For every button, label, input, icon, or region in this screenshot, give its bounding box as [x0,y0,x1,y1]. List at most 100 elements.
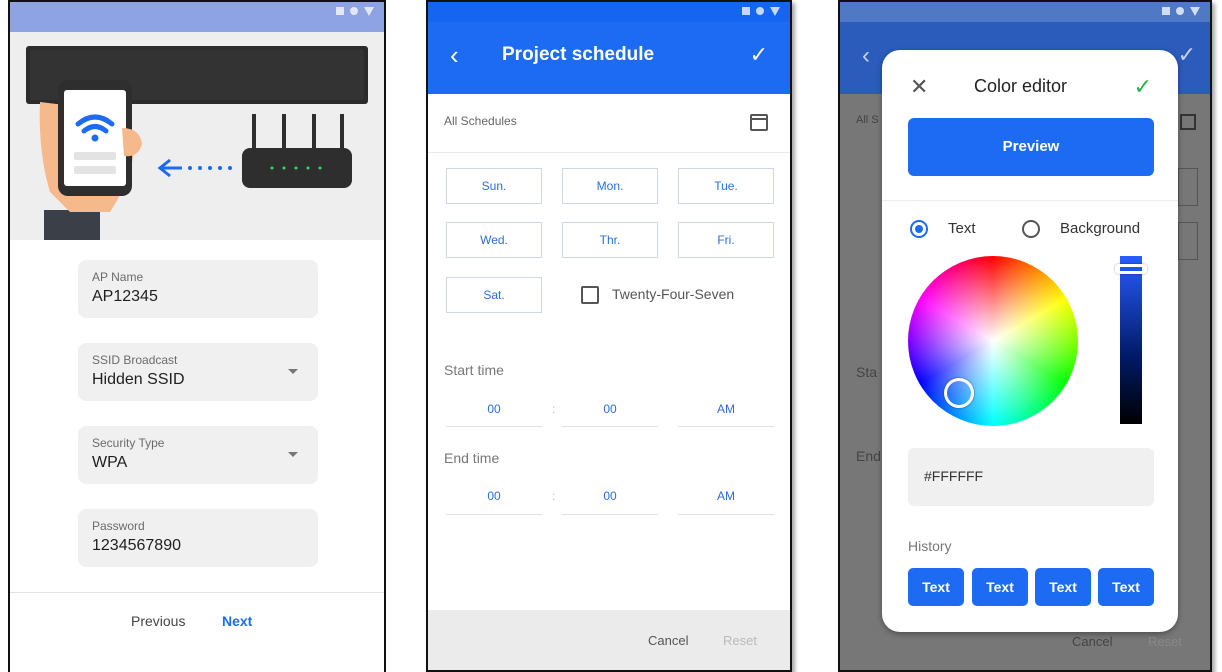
wifi-setup-screen: AP Name AP12345 SSID Broadcast Hidden SS… [8,0,386,672]
chevron-down-icon [288,452,298,457]
day-button-thr[interactable]: Thr. [562,222,658,258]
divider [446,514,542,515]
chevron-down-icon [288,369,298,374]
end-time-label: End time [444,450,500,466]
day-button [1178,222,1198,260]
app-bar: ‹ Project schedule ✓ [428,22,790,94]
status-bar [428,2,790,22]
battery-icon [756,7,764,15]
security-type-select[interactable]: Security Type WPA [78,426,318,484]
cancel-button: Cancel [1072,634,1113,649]
divider [10,592,384,593]
time-separator: : [552,489,556,503]
day-button-mon[interactable]: Mon. [562,168,658,204]
ap-name-field[interactable]: AP Name AP12345 [78,260,318,318]
history-swatch[interactable]: Text [972,568,1028,606]
password-value: 1234567890 [92,537,181,554]
calendar-icon [1180,114,1196,130]
ssid-broadcast-label: SSID Broadcast [92,353,178,367]
wifi-status-icon [364,7,374,16]
cancel-button[interactable]: Cancel [648,633,688,648]
text-radio[interactable] [910,220,928,238]
background-radio-label: Background [1060,220,1141,237]
status-bar [840,2,1210,22]
bottom-action-bar: Cancel Reset [428,610,790,670]
day-button [1178,168,1198,206]
security-type-value: WPA [92,454,128,471]
signal-icon [1162,7,1170,15]
divider [678,426,774,427]
signal-icon [742,7,750,15]
phone-router-illustration [26,46,368,240]
close-icon[interactable]: ✕ [910,74,928,100]
twenty-four-seven-checkbox[interactable] [581,286,599,304]
setup-illustration [10,32,384,240]
back-icon: ‹ [862,42,870,69]
confirm-icon[interactable]: ✓ [750,42,768,68]
dialog-title: Color editor [974,76,1068,96]
arrow-left-icon [157,158,182,178]
history-swatch[interactable]: Text [1035,568,1091,606]
hex-color-value: #FFFFFF [924,468,984,484]
ap-name-value: AP12345 [92,288,158,305]
battery-icon [350,7,358,15]
color-wheel[interactable] [908,256,1078,426]
brightness-slider-handle[interactable] [1115,264,1147,274]
day-button-wed[interactable]: Wed. [446,222,542,258]
color-editor-dialog: ✕ Color editor ✓ Preview Text Background… [882,50,1178,632]
reset-button[interactable]: Reset [723,633,757,648]
start-time-label: Sta [856,364,878,380]
history-swatch[interactable]: Text [1098,568,1154,606]
confirm-icon: ✓ [1177,42,1196,67]
divider [562,426,658,427]
divider [678,514,774,515]
color-wheel-handle[interactable] [944,378,974,408]
twenty-four-seven-label: Twenty-Four-Seven [612,286,735,302]
start-minute-picker[interactable]: 00 [562,402,658,416]
end-time-label: End [856,448,881,464]
signal-icon [336,7,344,15]
day-button-fri[interactable]: Fri. [678,222,774,258]
ssid-broadcast-value: Hidden SSID [92,371,185,388]
all-schedules-label: All S [856,114,879,126]
end-minute-picker[interactable]: 00 [562,489,658,503]
project-schedule-screen: ‹ Project schedule ✓ All Schedules Sun. … [426,0,792,672]
day-button-sat[interactable]: Sat. [446,277,542,313]
start-hour-picker[interactable]: 00 [446,402,542,416]
next-button[interactable]: Next [222,613,252,629]
start-period-picker[interactable]: AM [678,402,774,416]
text-radio-label: Text [948,220,976,237]
time-separator: : [552,402,556,416]
color-editor-screen: ‹ ✓ All S Sta End Cancel Reset ✕ Color e… [838,0,1212,672]
background-radio[interactable] [1022,220,1040,238]
end-hour-picker[interactable]: 00 [446,489,542,503]
wifi-status-icon [770,7,780,16]
page-title: Project schedule [502,44,655,65]
all-schedules-label: All Schedules [444,114,517,128]
back-icon[interactable]: ‹ [450,40,459,71]
divider [562,514,658,515]
end-period-picker[interactable]: AM [678,489,774,503]
brightness-slider[interactable] [1120,256,1142,424]
confirm-icon[interactable]: ✓ [1134,74,1152,100]
divider [428,152,790,153]
wifi-status-icon [1190,7,1200,16]
password-field[interactable]: Password 1234567890 [78,509,318,567]
divider [882,200,1178,201]
ap-name-label: AP Name [92,270,144,284]
router-icon [242,114,352,188]
ssid-broadcast-select[interactable]: SSID Broadcast Hidden SSID [78,343,318,401]
password-label: Password [92,519,145,533]
calendar-icon[interactable] [750,114,768,131]
hex-color-input[interactable]: #FFFFFF [908,448,1154,506]
history-swatch[interactable]: Text [908,568,964,606]
preview-button[interactable]: Preview [908,118,1154,176]
divider [446,426,542,427]
security-type-label: Security Type [92,436,165,450]
history-label: History [908,538,952,554]
start-time-label: Start time [444,362,504,378]
day-button-tue[interactable]: Tue. [678,168,774,204]
day-button-sun[interactable]: Sun. [446,168,542,204]
previous-button[interactable]: Previous [131,613,185,629]
reset-button: Reset [1148,634,1182,649]
